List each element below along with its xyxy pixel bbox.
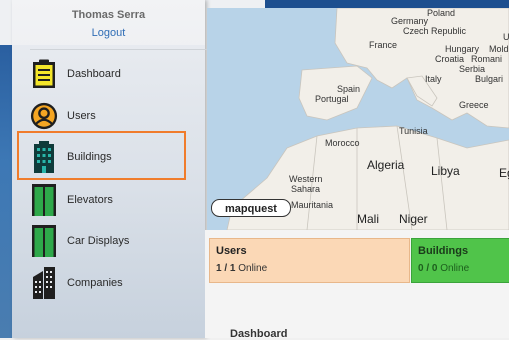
map-landmass [226, 8, 509, 230]
card-count: 1 / 1 [216, 263, 236, 274]
dashboard-content: Users 1 / 1 Online Buildings 0 / 0 Onlin… [205, 230, 509, 340]
divider [30, 49, 210, 50]
sidebar-item-companies[interactable]: Companies [30, 265, 200, 301]
map-label: Western [289, 174, 323, 184]
map-label: Greece [459, 100, 489, 110]
svg-text:mapquest: mapquest [225, 203, 277, 215]
sidebar-item-users[interactable]: Users [30, 98, 200, 134]
map-label: Germany [391, 16, 429, 26]
top-bar-light [205, 0, 265, 8]
sidebar-item-label: Dashboard [67, 68, 121, 80]
companies-icon [30, 266, 58, 300]
map-label: Serbia [459, 64, 486, 74]
map-label: Mauritania [291, 200, 334, 210]
car-display-icon [30, 224, 58, 258]
sidebar-item-dashboard[interactable]: Dashboard [30, 56, 200, 92]
mapquest-logo: mapquest [211, 199, 291, 222]
elevator-icon [30, 183, 58, 217]
map-label: Mold [489, 44, 509, 54]
sidebar-item-label: Buildings [67, 151, 112, 163]
section-title: Dashboard [230, 328, 288, 340]
map-label: Poland [427, 8, 456, 18]
map-label: Italy [425, 74, 442, 84]
sidebar-item-buildings[interactable]: Buildings [30, 139, 200, 175]
map-label: Hungary [445, 44, 480, 54]
map-label: Algeria [367, 158, 405, 172]
map-label: Mali [357, 212, 380, 226]
card-title: Users [216, 245, 247, 257]
map-label: U [503, 32, 509, 42]
map-label: Romani [471, 54, 503, 64]
map-label: Tunisia [399, 126, 428, 136]
card-count: 0 / 0 [418, 263, 438, 274]
sidebar-item-label: Users [67, 110, 96, 122]
logout-link[interactable]: Logout [12, 27, 205, 39]
building-icon [30, 140, 58, 174]
map-label: Portugal [315, 94, 349, 104]
user-icon [30, 99, 58, 133]
clipboard-icon [30, 57, 58, 91]
card-status: 0 / 0 Online [418, 263, 504, 274]
map-label: Eg [499, 166, 509, 180]
users-card[interactable]: Users 1 / 1 Online [209, 238, 410, 283]
sidebar-item-label: Companies [67, 277, 123, 289]
map-label: France [369, 40, 398, 50]
map-view[interactable]: Poland Germany Czech Republic France Hun… [207, 8, 509, 230]
card-title: Buildings [418, 245, 469, 257]
map-label: Niger [399, 212, 428, 226]
sidebar-item-label: Elevators [67, 194, 113, 206]
map-label: Morocco [325, 138, 360, 148]
sidebar-item-car-displays[interactable]: Car Displays [30, 223, 200, 259]
map-label: Spain [337, 84, 361, 94]
buildings-card[interactable]: Buildings 0 / 0 Online [411, 238, 509, 283]
map-label: Czech Republic [403, 26, 467, 36]
card-status-text: Online [238, 263, 268, 274]
map-label: Bulgari [475, 74, 504, 84]
map-label: Libya [431, 164, 460, 178]
map-label: Croatia [435, 54, 465, 64]
card-status: 1 / 1 Online [216, 263, 403, 274]
sidebar-item-elevators[interactable]: Elevators [30, 182, 200, 218]
user-name: Thomas Serra [71, 9, 146, 21]
sidebar-item-label: Car Displays [67, 235, 130, 247]
map-label: Sahara [291, 184, 321, 194]
card-status-text: Online [440, 263, 470, 274]
